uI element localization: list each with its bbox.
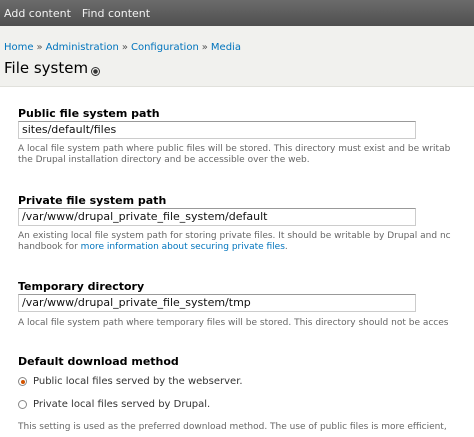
breadcrumb-separator: » [36, 42, 43, 53]
breadcrumb: Home» Administration» Configuration» Media [4, 42, 241, 53]
breadcrumb-separator: » [121, 42, 128, 53]
breadcrumb-home-link[interactable]: Home [4, 42, 34, 53]
download-method-public-option[interactable]: Public local files served by the webserv… [18, 376, 243, 387]
public-path-description: A local file system path where public fi… [18, 144, 450, 166]
securing-private-files-link[interactable]: more information about securing private … [81, 242, 285, 252]
radio-private[interactable] [18, 400, 27, 409]
temp-dir-description: A local file system path where temporary… [18, 318, 449, 328]
download-method-private-option[interactable]: Private local files served by Drupal. [18, 399, 210, 410]
private-path-description-line: An existing local file system path for s… [18, 231, 451, 241]
toolbar-add-content-link[interactable]: Add content [4, 7, 71, 20]
admin-toolbar: Add content Find content [0, 0, 474, 26]
radio-public-label[interactable]: Public local files served by the webserv… [33, 376, 243, 387]
private-path-input[interactable]: /var/www/drupal_private_file_system/defa… [18, 208, 416, 226]
add-shortcut-icon[interactable] [91, 67, 100, 76]
breadcrumb-media-link[interactable]: Media [211, 42, 241, 53]
private-path-description: An existing local file system path for s… [18, 231, 451, 253]
radio-private-label[interactable]: Private local files served by Drupal. [33, 399, 210, 410]
public-path-description-line: A local file system path where public fi… [18, 144, 451, 154]
download-method-label: Default download method [18, 355, 179, 368]
toolbar-find-content-link[interactable]: Find content [82, 7, 150, 20]
private-path-description-line: handbook for more information about secu… [18, 242, 451, 253]
public-path-description-line: the Drupal installation directory and be… [18, 155, 310, 165]
page-title: File system [4, 59, 89, 77]
page-header: Home» Administration» Configuration» Media … [0, 26, 474, 87]
private-path-label: Private file system path [18, 194, 167, 207]
description-text: . [284, 242, 288, 252]
public-path-label: Public file system path [18, 107, 160, 120]
download-method-description: This setting is used as the preferred do… [18, 422, 447, 432]
breadcrumb-separator: » [201, 42, 208, 53]
temp-dir-input[interactable]: /var/www/drupal_private_file_system/tmp [18, 294, 416, 312]
radio-public[interactable] [18, 377, 27, 386]
description-text: handbook for [18, 242, 81, 252]
breadcrumb-administration-link[interactable]: Administration [46, 42, 119, 53]
breadcrumb-configuration-link[interactable]: Configuration [131, 42, 199, 53]
public-path-input[interactable]: sites/default/files [18, 121, 416, 139]
temp-dir-label: Temporary directory [18, 280, 145, 293]
